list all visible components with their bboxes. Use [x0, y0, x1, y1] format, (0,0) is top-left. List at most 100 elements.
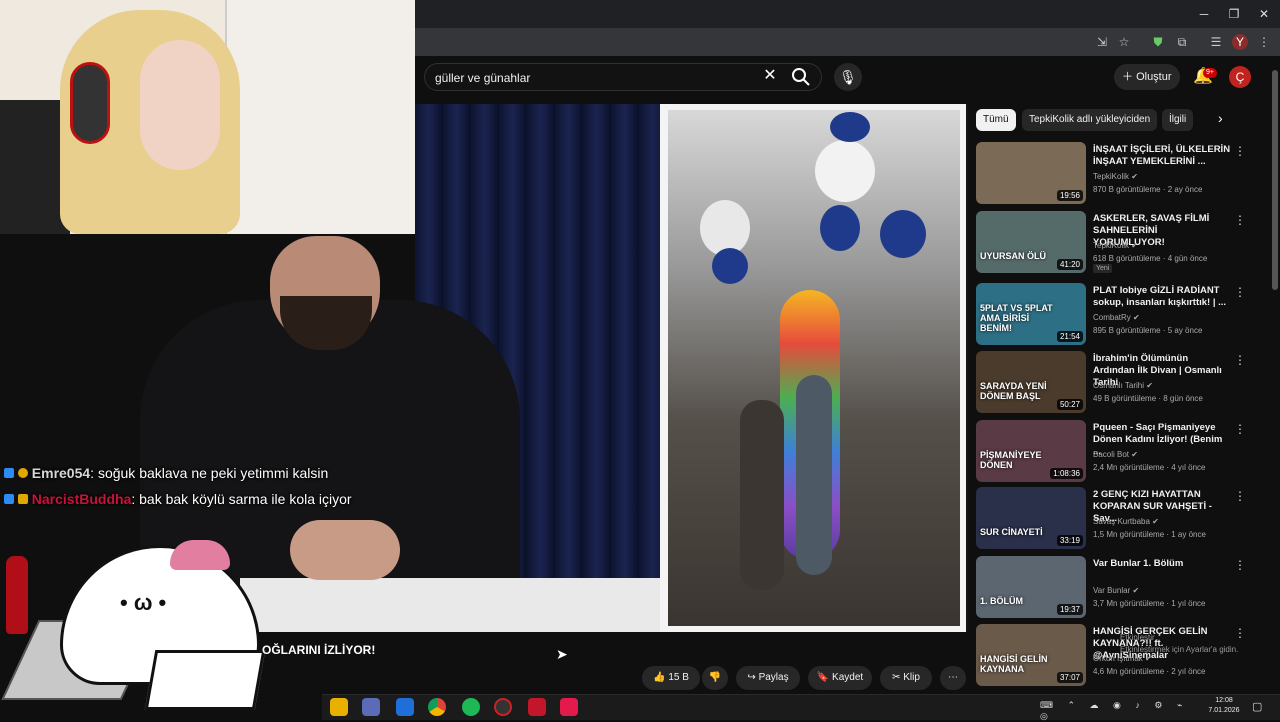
clock-date: 7.01.2026 [1208, 707, 1240, 714]
clear-search-icon[interactable]: ✕ [762, 68, 778, 84]
video-thumbnail[interactable]: 19:56 [976, 142, 1086, 204]
cat-face: • ω • [120, 590, 167, 615]
create-button[interactable]: ＋ Oluştur [1114, 64, 1180, 90]
app-icon[interactable] [560, 698, 578, 716]
video-duration: 37:07 [1056, 672, 1083, 683]
channel-name[interactable]: TepkiKolik ✔ [1093, 241, 1138, 250]
chrome-icon[interactable] [428, 698, 446, 716]
account-avatar[interactable]: Ç [1229, 66, 1251, 88]
more-options-icon[interactable]: ⋮ [1234, 558, 1246, 572]
video-thumbnail[interactable]: HANGİSİ GELİN KAYNANA 37:07 [976, 624, 1086, 686]
more-options-icon[interactable]: ⋮ [1234, 353, 1246, 367]
reading-list-icon[interactable]: ☰ [1208, 34, 1224, 50]
desk [240, 578, 660, 632]
scrollbar[interactable] [1272, 70, 1278, 290]
video-thumbnail[interactable]: PİŞMANİYEYE DÖNEN 1:08:36 [976, 420, 1086, 482]
dislike-button[interactable]: 👎 [702, 666, 728, 690]
verified-icon: ✔ [1133, 313, 1140, 322]
verified-icon: ✔ [1131, 172, 1138, 181]
channel-name[interactable]: CombatRy ✔ [1093, 313, 1140, 322]
install-app-icon[interactable]: ⇲ [1094, 34, 1110, 50]
microphone-icon[interactable]: 🎙 [834, 63, 862, 91]
chip-from-uploader[interactable]: TepkiKolik adlı yükleyiciden [1022, 109, 1158, 131]
obs-icon[interactable] [494, 698, 512, 716]
more-options-icon[interactable]: ⋮ [1234, 144, 1246, 158]
more-options-icon[interactable]: ⋮ [1234, 489, 1246, 503]
share-button[interactable]: ↪ Paylaş [736, 666, 800, 690]
restore-button[interactable]: ❐ [1226, 6, 1242, 22]
share-icon: ↪ [747, 672, 759, 683]
recommendation-item[interactable]: 19:56 İNŞAAT İŞÇİLERİ, ÜLKELERİN İNŞAAT Y… [976, 142, 1274, 206]
extension-shield-icon[interactable]: ⛊ [1150, 34, 1166, 50]
thumbs-up-icon: 👍 [653, 672, 669, 683]
channel-label: Osmanlı Tarihi [1093, 381, 1144, 390]
video-thumbnail[interactable]: UYURSAN ÖLÜ 41:20 [976, 211, 1086, 273]
video-title[interactable]: Var Bunlar 1. Bölüm [1093, 558, 1231, 570]
spotify-icon[interactable] [462, 698, 480, 716]
chip-related[interactable]: İlgili [1162, 109, 1194, 131]
chevron-right-icon[interactable]: › [1218, 110, 1223, 126]
clock-time: 12:08 [1215, 697, 1233, 704]
more-options-icon[interactable]: ⋮ [1234, 285, 1246, 299]
outlook-icon[interactable] [396, 698, 414, 716]
recommendation-item[interactable]: 5PLAT VS 5PLAT AMA BİRİSİ BENİM! 21:54 PLA… [976, 283, 1274, 347]
person-silhouette [740, 400, 784, 590]
browser-menu-icon[interactable]: ⋮ [1256, 34, 1272, 50]
system-tray-icons[interactable]: ⌨ ⌃ ☁ ◉ ♪ ⚙ ⌁ ◎ [1040, 700, 1200, 721]
more-options-icon[interactable]: ⋮ [1234, 422, 1246, 436]
more-actions-button[interactable]: ⋯ [940, 666, 966, 690]
video-thumbnail[interactable]: SARAYDA YENİ DÖNEM BAŞL 50:27 [976, 351, 1086, 413]
channel-name[interactable]: Var Bunlar ✔ [1093, 586, 1139, 595]
video-title[interactable]: PLAT Iobiye GİZLİ RADİANT sokup, insanla… [1093, 285, 1231, 309]
video-duration: 19:56 [1056, 190, 1083, 201]
recommendation-item[interactable]: PİŞMANİYEYE DÖNEN 1:08:36 Pqueen - Saçı Pi… [976, 420, 1274, 484]
close-window-button[interactable]: ✕ [1256, 6, 1272, 22]
stream-overlay-text: OĞLARINI İZLİYOR! [262, 643, 376, 657]
video-thumbnail[interactable]: 5PLAT VS 5PLAT AMA BİRİSİ BENİM! 21:54 [976, 283, 1086, 345]
video-meta: 49 B görüntüleme · 8 gün önce [1093, 394, 1203, 403]
recommendation-item[interactable]: SARAYDA YENİ DÖNEM BAŞL 50:27 İbrahim'in Ö… [976, 351, 1274, 415]
chip-all[interactable]: Tümü [976, 109, 1016, 131]
channel-name[interactable]: Bacoli Bot ✔ [1093, 450, 1138, 459]
balloon [830, 112, 870, 142]
headset [70, 62, 110, 144]
chat-badge-icon [17, 468, 28, 478]
minimize-button[interactable]: ─ [1196, 6, 1212, 22]
channel-label: Var Bunlar [1093, 586, 1131, 595]
app-icon[interactable] [528, 698, 546, 716]
channel-name[interactable]: TepkiKolik ✔ [1093, 172, 1138, 181]
video-thumbnail[interactable]: SUR CİNAYETİ 33:19 [976, 487, 1086, 549]
bookmark-star-icon[interactable]: ☆ [1116, 34, 1132, 50]
notification-center-icon[interactable]: ▢ [1252, 700, 1262, 713]
recommendation-item[interactable]: UYURSAN ÖLÜ 41:20 ASKERLER, SAVAŞ FİLMİ SA… [976, 211, 1274, 275]
balloon [815, 140, 875, 202]
like-button[interactable]: 👍 15 B [642, 666, 700, 690]
browser-profile-avatar[interactable]: Y [1232, 34, 1248, 50]
thumbnail-text: HANGİSİ GELİN KAYNANA [980, 654, 1048, 674]
save-button[interactable]: 🔖 Kaydet [808, 666, 872, 690]
video-meta: 2,4 Mn görüntüleme · 4 yıl önce [1093, 463, 1206, 472]
chat-badge-icon [4, 494, 14, 504]
plus-icon: ＋ [1122, 71, 1137, 83]
extensions-puzzle-icon[interactable]: ⧉ [1174, 34, 1190, 50]
video-duration: 19:37 [1056, 604, 1083, 615]
channel-name[interactable]: Savaş Kurtbaba ✔ [1093, 517, 1159, 526]
keyboard [144, 650, 266, 710]
store-icon[interactable] [362, 698, 380, 716]
search-query: güller ve günahlar [435, 71, 531, 85]
taskbar-clock[interactable]: 12:08 7.01.2026 [1204, 696, 1244, 716]
video-thumbnail[interactable]: 1. BÖLÜM 19:37 [976, 556, 1086, 618]
file-explorer-icon[interactable] [330, 698, 348, 716]
search-icon[interactable] [790, 66, 814, 88]
verified-icon: ✔ [1132, 586, 1140, 595]
clip-button[interactable]: ✂ Klip [880, 666, 932, 690]
more-options-icon[interactable]: ⋮ [1234, 213, 1246, 227]
video-title[interactable]: İNŞAAT İŞÇİLERİ, ÜLKELERİN İNŞAAT YEMEKL… [1093, 144, 1231, 168]
recommendation-item[interactable]: SUR CİNAYETİ 33:19 2 GENÇ KIZI HAYATTAN KO… [976, 487, 1274, 551]
recommendation-item[interactable]: 1. BÖLÜM 19:37 Var Bunlar 1. Bölüm Var Bunl… [976, 556, 1274, 620]
activation-watermark: Etkinleştir Etkinleştirmek için Ayarlar'… [1120, 633, 1239, 654]
thumbnail-text: 1. BÖLÜM [980, 596, 1024, 606]
chat-message: NarcistBuddha: bak bak köylü sarma ile k… [4, 491, 352, 507]
video-duration: 50:27 [1056, 399, 1083, 410]
channel-name[interactable]: Osmanlı Tarihi ✔ [1093, 381, 1153, 390]
